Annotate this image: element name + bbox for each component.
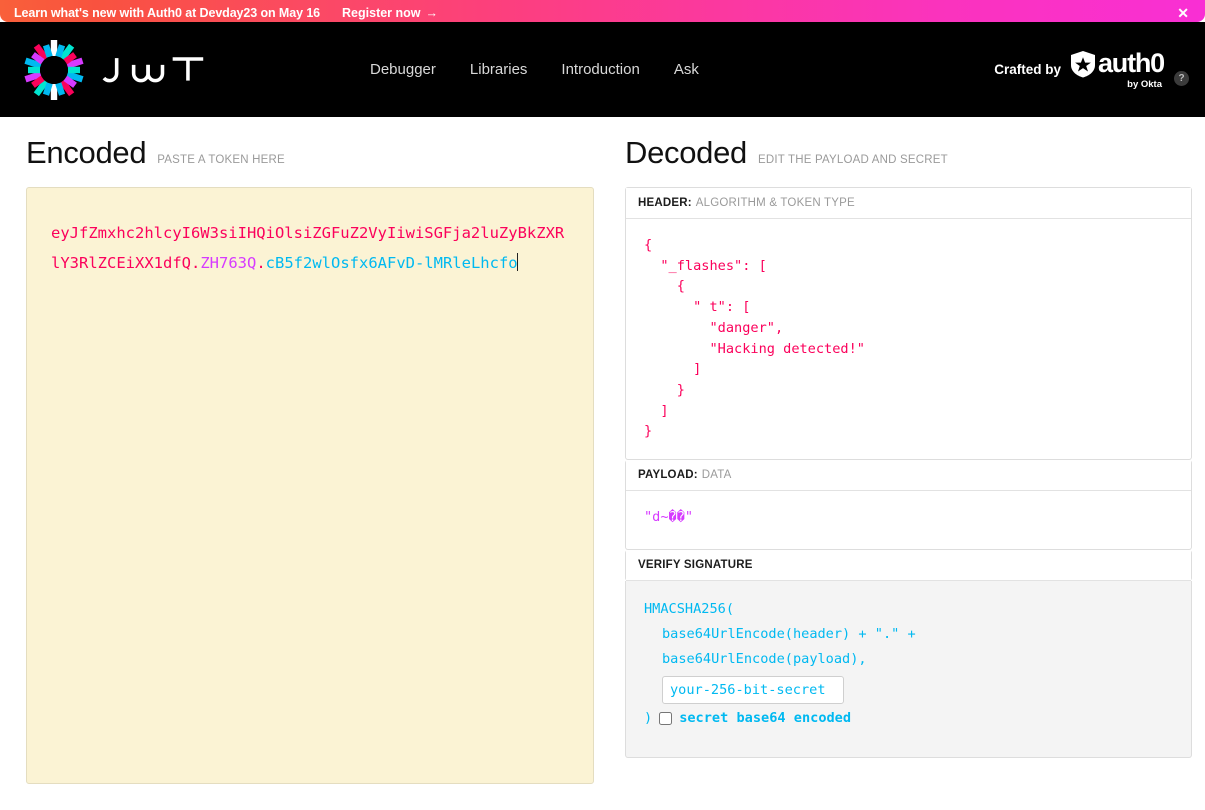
auth0-wordmark: auth0 — [1098, 50, 1164, 77]
decoded-column: Decoded EDIT THE PAYLOAD AND SECRET HEAD… — [613, 117, 1205, 810]
encoded-subtitle: PASTE A TOKEN HERE — [157, 154, 285, 166]
payload-label-value: DATA — [702, 469, 732, 481]
hmac-line-2: base64UrlEncode(header) + "." + — [644, 622, 1173, 647]
header-label-value: ALGORITHM & TOKEN TYPE — [696, 197, 855, 209]
nav-link-ask[interactable]: Ask — [674, 61, 699, 78]
signature-verification-body: HMACSHA256( base64UrlEncode(header) + ".… — [625, 581, 1192, 758]
announcement-banner: Learn what's new with Auth0 at Devday23 … — [0, 0, 1205, 22]
by-okta-label: by Okta — [1127, 79, 1162, 90]
header-label-key: HEADER: — [638, 197, 692, 209]
base64-secret-checkbox[interactable] — [659, 712, 672, 725]
decoded-panels: HEADER: ALGORITHM & TOKEN TYPE { "_flashe… — [625, 187, 1192, 758]
help-icon[interactable]: ? — [1174, 71, 1189, 86]
banner-message: Learn what's new with Auth0 at Devday23 … — [14, 6, 320, 20]
banner-cta-label: Register now — [342, 6, 421, 20]
decoded-subtitle: EDIT THE PAYLOAD AND SECRET — [758, 154, 948, 166]
arrow-right-icon: → — [426, 6, 439, 20]
closing-paren: ) — [644, 706, 652, 731]
encoded-heading: Encoded PASTE A TOKEN HERE — [26, 135, 613, 171]
signature-panel-label: VERIFY SIGNATURE — [626, 550, 1191, 581]
banner-register-link[interactable]: Register now → — [342, 6, 438, 20]
jwt-starburst-logo-icon — [24, 39, 84, 101]
auth0-shield-icon — [1069, 50, 1097, 78]
token-signature-segment: cB5f2wlOsfx6AFvD-lMRleLhcfo — [266, 254, 518, 272]
text-cursor — [517, 253, 518, 271]
token-separator-2: . — [256, 254, 265, 272]
header-json-editor[interactable]: { "_flashes": [ { " t": [ "danger", "Hac… — [626, 219, 1191, 459]
primary-nav: Debugger Libraries Introduction Ask — [370, 61, 699, 78]
crafted-by-auth0: Crafted by auth0 by Okta ? — [994, 50, 1189, 90]
token-separator-1: . — [191, 254, 200, 272]
top-navbar: Debugger Libraries Introduction Ask Craf… — [0, 22, 1205, 117]
jwt-home-link[interactable] — [24, 39, 210, 101]
decoded-heading: Decoded EDIT THE PAYLOAD AND SECRET — [625, 135, 1192, 171]
hmac-line-3: base64UrlEncode(payload), — [644, 647, 1173, 672]
token-payload-segment: ZH763Q — [200, 254, 256, 272]
nav-link-debugger[interactable]: Debugger — [370, 61, 436, 78]
encoded-token-input[interactable]: eyJfZmxhc2hlcyI6W3siIHQiOlsiZGFuZ2VyIiwi… — [26, 187, 594, 784]
crafted-by-label: Crafted by — [994, 62, 1061, 77]
payload-panel: PAYLOAD: DATA "d~��" — [625, 460, 1192, 550]
main-content: Encoded PASTE A TOKEN HERE eyJfZmxhc2hlc… — [0, 117, 1205, 810]
header-panel: HEADER: ALGORITHM & TOKEN TYPE { "_flashe… — [625, 187, 1192, 460]
decoded-title: Decoded — [625, 135, 747, 171]
base64-secret-label[interactable]: secret base64 encoded — [679, 706, 851, 731]
signature-footer-row: ) secret base64 encoded — [644, 706, 1173, 731]
payload-panel-label: PAYLOAD: DATA — [626, 460, 1191, 491]
signature-panel-header: VERIFY SIGNATURE — [625, 550, 1192, 581]
secret-input[interactable] — [662, 676, 844, 704]
jwt-wordmark — [98, 50, 210, 90]
payload-json-editor[interactable]: "d~��" — [626, 491, 1191, 549]
auth0-lockup[interactable]: auth0 by Okta — [1069, 50, 1164, 90]
signature-label-key: VERIFY SIGNATURE — [638, 559, 753, 571]
hmac-line-1: HMACSHA256( — [644, 597, 1173, 622]
encoded-title: Encoded — [26, 135, 146, 171]
encoded-column: Encoded PASTE A TOKEN HERE eyJfZmxhc2hlc… — [0, 117, 613, 810]
nav-link-introduction[interactable]: Introduction — [561, 61, 639, 78]
banner-close-icon[interactable]: ✕ — [1175, 6, 1191, 20]
header-panel-label: HEADER: ALGORITHM & TOKEN TYPE — [626, 188, 1191, 219]
nav-link-libraries[interactable]: Libraries — [470, 61, 528, 78]
payload-label-key: PAYLOAD: — [638, 469, 698, 481]
